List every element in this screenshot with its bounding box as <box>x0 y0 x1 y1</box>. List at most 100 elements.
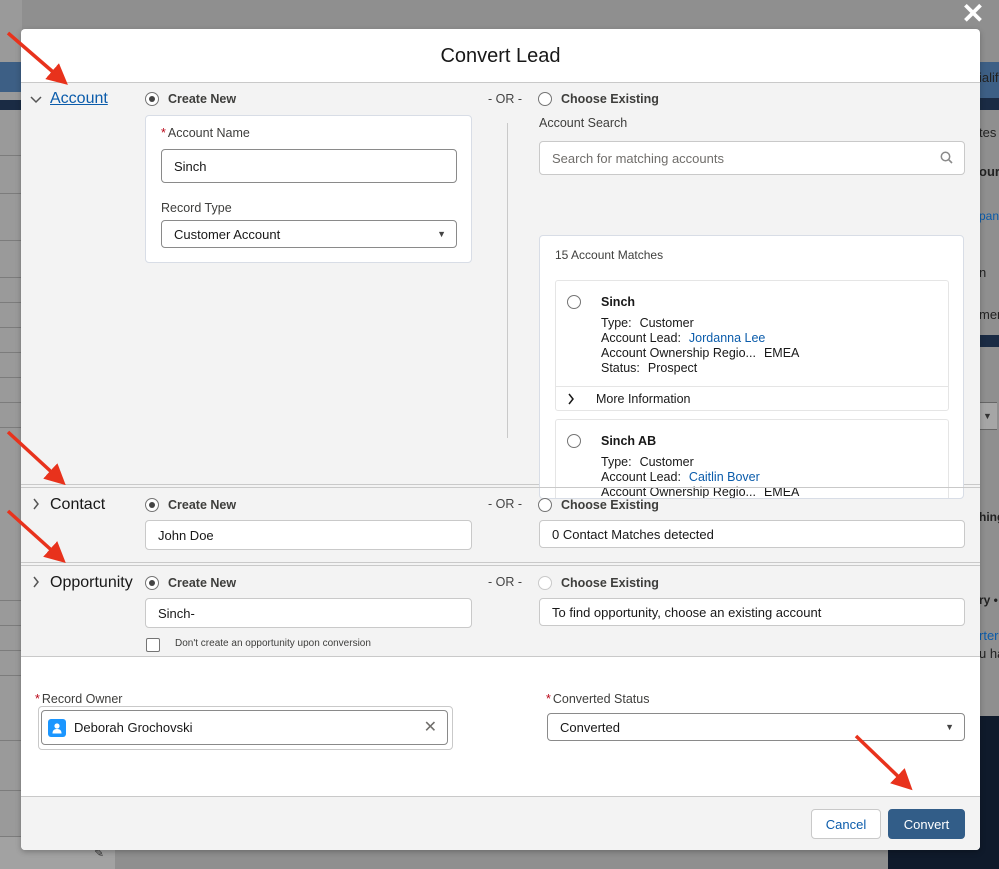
contact-matches-field: 0 Contact Matches detected <box>539 520 965 548</box>
background-row-line <box>0 625 22 626</box>
background-divider <box>0 100 22 110</box>
opportunity-section-toggle[interactable]: Opportunity <box>29 574 133 592</box>
account-match-type: Type: Customer <box>601 316 694 330</box>
account-search-label: Account Search <box>539 116 628 130</box>
background-text-fragment: pany <box>979 209 999 223</box>
account-section-toggle[interactable]: Account <box>29 90 108 108</box>
account-search-input[interactable]: Search for matching accounts <box>539 141 965 175</box>
account-choose-existing-option[interactable]: Choose Existing <box>538 92 659 106</box>
account-name-field[interactable]: Sinch <box>161 149 457 183</box>
background-row-line <box>0 377 22 378</box>
opportunity-create-new-label: Create New <box>168 576 237 590</box>
record-owner-pill[interactable]: Deborah Grochovski ✕ <box>41 710 448 745</box>
opportunity-create-new-radio[interactable] <box>145 576 159 590</box>
convert-button[interactable]: Convert <box>888 809 965 839</box>
contact-choose-existing-option[interactable]: Choose Existing <box>538 498 659 512</box>
opportunity-section: Opportunity Create New - OR - Choose Exi… <box>21 565 980 657</box>
close-icon[interactable]: ✕ <box>960 0 986 28</box>
contact-or-separator: - OR - <box>488 497 523 511</box>
opportunity-or-separator: - OR - <box>488 575 523 589</box>
background-row-line <box>0 302 22 303</box>
search-icon <box>940 151 953 167</box>
background-row-line <box>0 740 22 741</box>
caret-down-icon: ▼ <box>945 722 954 732</box>
contact-section: Contact Create New - OR - Choose Existin… <box>21 487 980 563</box>
background-left-panel <box>0 0 22 869</box>
account-section: Account Create New - OR - Choose Existin… <box>21 83 980 499</box>
user-avatar-icon <box>48 718 66 737</box>
opportunity-name-value: Sinch- <box>158 605 195 621</box>
contact-section-title: Contact <box>50 496 106 513</box>
opportunity-existing-field: To find opportunity, choose an existing … <box>539 598 965 626</box>
account-choose-existing-radio[interactable] <box>538 92 552 106</box>
background-row-line <box>0 650 22 651</box>
more-information-toggle[interactable]: More Information <box>556 386 948 411</box>
background-row-line <box>0 427 22 428</box>
account-match-lead: Account Lead: Jordanna Lee <box>601 331 766 345</box>
account-matches-count: 15 Account Matches <box>555 248 664 262</box>
opportunity-create-new-option[interactable]: Create New <box>145 576 236 590</box>
account-match-radio[interactable] <box>567 434 581 448</box>
contact-name-field[interactable]: John Doe <box>145 520 472 550</box>
contact-create-new-radio[interactable] <box>145 498 159 512</box>
convert-lead-modal: Convert Lead Account Create New - OR - C… <box>21 29 980 850</box>
contact-name-value: John Doe <box>158 527 214 543</box>
background-nav-bar <box>0 62 22 92</box>
converted-status-select[interactable]: Converted ▼ <box>547 713 965 741</box>
opportunity-section-title: Opportunity <box>50 574 133 591</box>
background-row-line <box>0 193 22 194</box>
contact-create-new-label: Create New <box>168 498 237 512</box>
remove-owner-icon[interactable]: ✕ <box>424 717 437 737</box>
account-match-status: Status: Prospect <box>601 361 698 375</box>
contact-section-toggle[interactable]: Contact <box>29 496 105 514</box>
contact-matches-text: 0 Contact Matches detected <box>552 526 714 542</box>
background-right-divider <box>979 98 999 110</box>
contact-choose-existing-radio[interactable] <box>538 498 552 512</box>
contact-create-new-option[interactable]: Create New <box>145 498 236 512</box>
account-lead-link[interactable]: Caitlin Bover <box>689 470 760 484</box>
account-name-label: * Account Name <box>161 126 250 140</box>
chevron-down-icon <box>29 92 43 107</box>
account-create-new-option[interactable]: Create New <box>145 92 236 106</box>
background-row-line <box>0 675 22 676</box>
background-bottom-panel <box>888 848 999 869</box>
background-row-line <box>0 402 22 403</box>
account-name-value: Sinch <box>174 158 207 174</box>
account-match-type: Type: Customer <box>601 455 694 469</box>
background-text-fragment: ialif <box>979 70 999 85</box>
chevron-right-icon <box>29 576 43 591</box>
opportunity-existing-text: To find opportunity, choose an existing … <box>552 604 822 620</box>
opportunity-choose-existing-radio <box>538 576 552 590</box>
background-row-line <box>0 600 22 601</box>
converted-status-value: Converted <box>560 719 620 735</box>
background-row-line <box>0 352 22 353</box>
account-section-title[interactable]: Account <box>50 90 108 108</box>
contact-choose-existing-label: Choose Existing <box>561 498 659 512</box>
no-opportunity-checkbox[interactable] <box>146 638 160 652</box>
account-search-placeholder: Search for matching accounts <box>552 150 724 166</box>
background-row-line <box>0 277 22 278</box>
background-text-fragment: hing <box>979 510 999 524</box>
record-type-value: Customer Account <box>174 226 281 242</box>
record-owner-label: * Record Owner <box>35 692 123 706</box>
background-row-line <box>0 155 22 156</box>
account-match-radio[interactable] <box>567 295 581 309</box>
background-text-fragment: rter <box>979 628 999 643</box>
opportunity-name-field[interactable]: Sinch- <box>145 598 472 628</box>
modal-footer: Cancel Convert <box>21 796 980 850</box>
account-choose-existing-label: Choose Existing <box>561 92 659 106</box>
background-text-fragment: n <box>979 265 987 280</box>
chevron-right-icon <box>29 498 43 513</box>
account-lead-link[interactable]: Jordanna Lee <box>689 331 765 345</box>
account-match-region: Account Ownership Regio... EMEA <box>601 346 800 360</box>
account-create-card: * Account Name Sinch Record Type Customer… <box>145 115 472 263</box>
background-text-fragment: u ha <box>979 646 999 661</box>
account-match-name: Sinch <box>601 295 636 309</box>
record-owner-lookup[interactable]: Deborah Grochovski ✕ <box>38 706 453 750</box>
modal-title: Convert Lead <box>21 29 980 83</box>
converted-status-label: * Converted Status <box>546 692 650 706</box>
account-create-new-radio[interactable] <box>145 92 159 106</box>
background-dropdown: ▼ <box>979 402 997 430</box>
record-type-select[interactable]: Customer Account ▼ <box>161 220 457 248</box>
cancel-button[interactable]: Cancel <box>811 809 881 839</box>
